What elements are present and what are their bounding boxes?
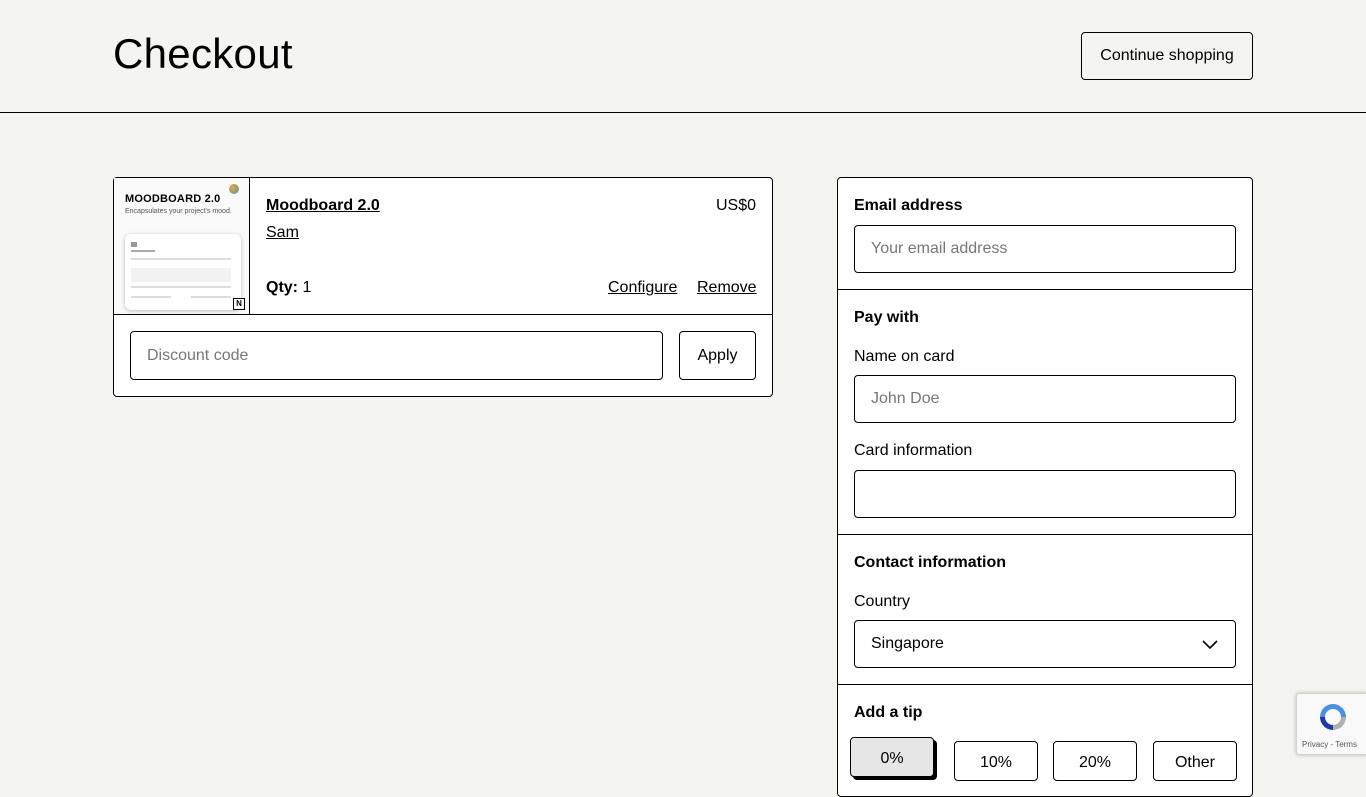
card-information-label: Card information bbox=[854, 442, 973, 459]
cart-panel: MOODBOARD 2.0 Encapsulates your project'… bbox=[113, 177, 773, 397]
contact-section: Contact information Country Singapore bbox=[838, 535, 1252, 685]
recaptcha-icon bbox=[1320, 704, 1346, 730]
configure-link[interactable]: Configure bbox=[608, 279, 677, 297]
name-on-card-field[interactable] bbox=[854, 375, 1236, 423]
email-section: Email address bbox=[838, 178, 1252, 290]
quantity-label: Qty: bbox=[266, 279, 298, 296]
pay-with-heading: Pay with bbox=[854, 309, 919, 326]
notion-logo-icon: N bbox=[233, 298, 245, 310]
page-header: Checkout Continue shopping bbox=[0, 0, 1366, 113]
cart-item: MOODBOARD 2.0 Encapsulates your project'… bbox=[114, 178, 772, 315]
email-field[interactable] bbox=[854, 225, 1236, 273]
product-thumbnail[interactable]: MOODBOARD 2.0 Encapsulates your project'… bbox=[114, 178, 250, 314]
avatar-icon bbox=[229, 184, 239, 194]
discount-code-input[interactable] bbox=[130, 331, 663, 380]
product-author-link[interactable]: Sam bbox=[266, 224, 299, 242]
tip-option-0[interactable]: 0% bbox=[850, 737, 934, 777]
name-on-card-label: Name on card bbox=[854, 348, 955, 365]
chevron-down-icon bbox=[1202, 640, 1218, 650]
thumbnail-preview-card bbox=[125, 234, 241, 310]
tip-option-10[interactable]: 10% bbox=[954, 741, 1038, 781]
product-price: US$0 bbox=[715, 197, 756, 214]
product-name-link[interactable]: Moodboard 2.0 bbox=[266, 197, 380, 215]
country-select-value: Singapore bbox=[871, 635, 944, 652]
country-select[interactable]: Singapore bbox=[854, 620, 1236, 668]
tip-option-20[interactable]: 20% bbox=[1053, 741, 1137, 781]
card-information-field[interactable] bbox=[854, 470, 1236, 518]
recaptcha-badge[interactable]: Privacy - Terms bbox=[1296, 693, 1366, 755]
continue-shopping-button[interactable]: Continue shopping bbox=[1081, 32, 1253, 80]
tip-option-other[interactable]: Other bbox=[1153, 741, 1237, 781]
add-tip-heading: Add a tip bbox=[854, 704, 923, 721]
apply-discount-button[interactable]: Apply bbox=[679, 331, 756, 380]
page-title: Checkout bbox=[113, 30, 293, 77]
email-label: Email address bbox=[854, 197, 963, 214]
thumbnail-subtitle: Encapsulates your project's mood. bbox=[125, 208, 232, 215]
country-label: Country bbox=[854, 593, 911, 610]
quantity-value: 1 bbox=[302, 279, 312, 296]
contact-information-heading: Contact information bbox=[854, 554, 1006, 571]
recaptcha-links[interactable]: Privacy - Terms bbox=[1302, 740, 1357, 749]
payment-section: Pay with Name on card Card information bbox=[838, 290, 1252, 535]
checkout-form: Email address Pay with Name on card Card… bbox=[837, 177, 1253, 797]
quantity: Qty: 1 bbox=[266, 279, 311, 297]
remove-link[interactable]: Remove bbox=[697, 279, 757, 297]
thumbnail-title: MOODBOARD 2.0 bbox=[125, 193, 221, 205]
